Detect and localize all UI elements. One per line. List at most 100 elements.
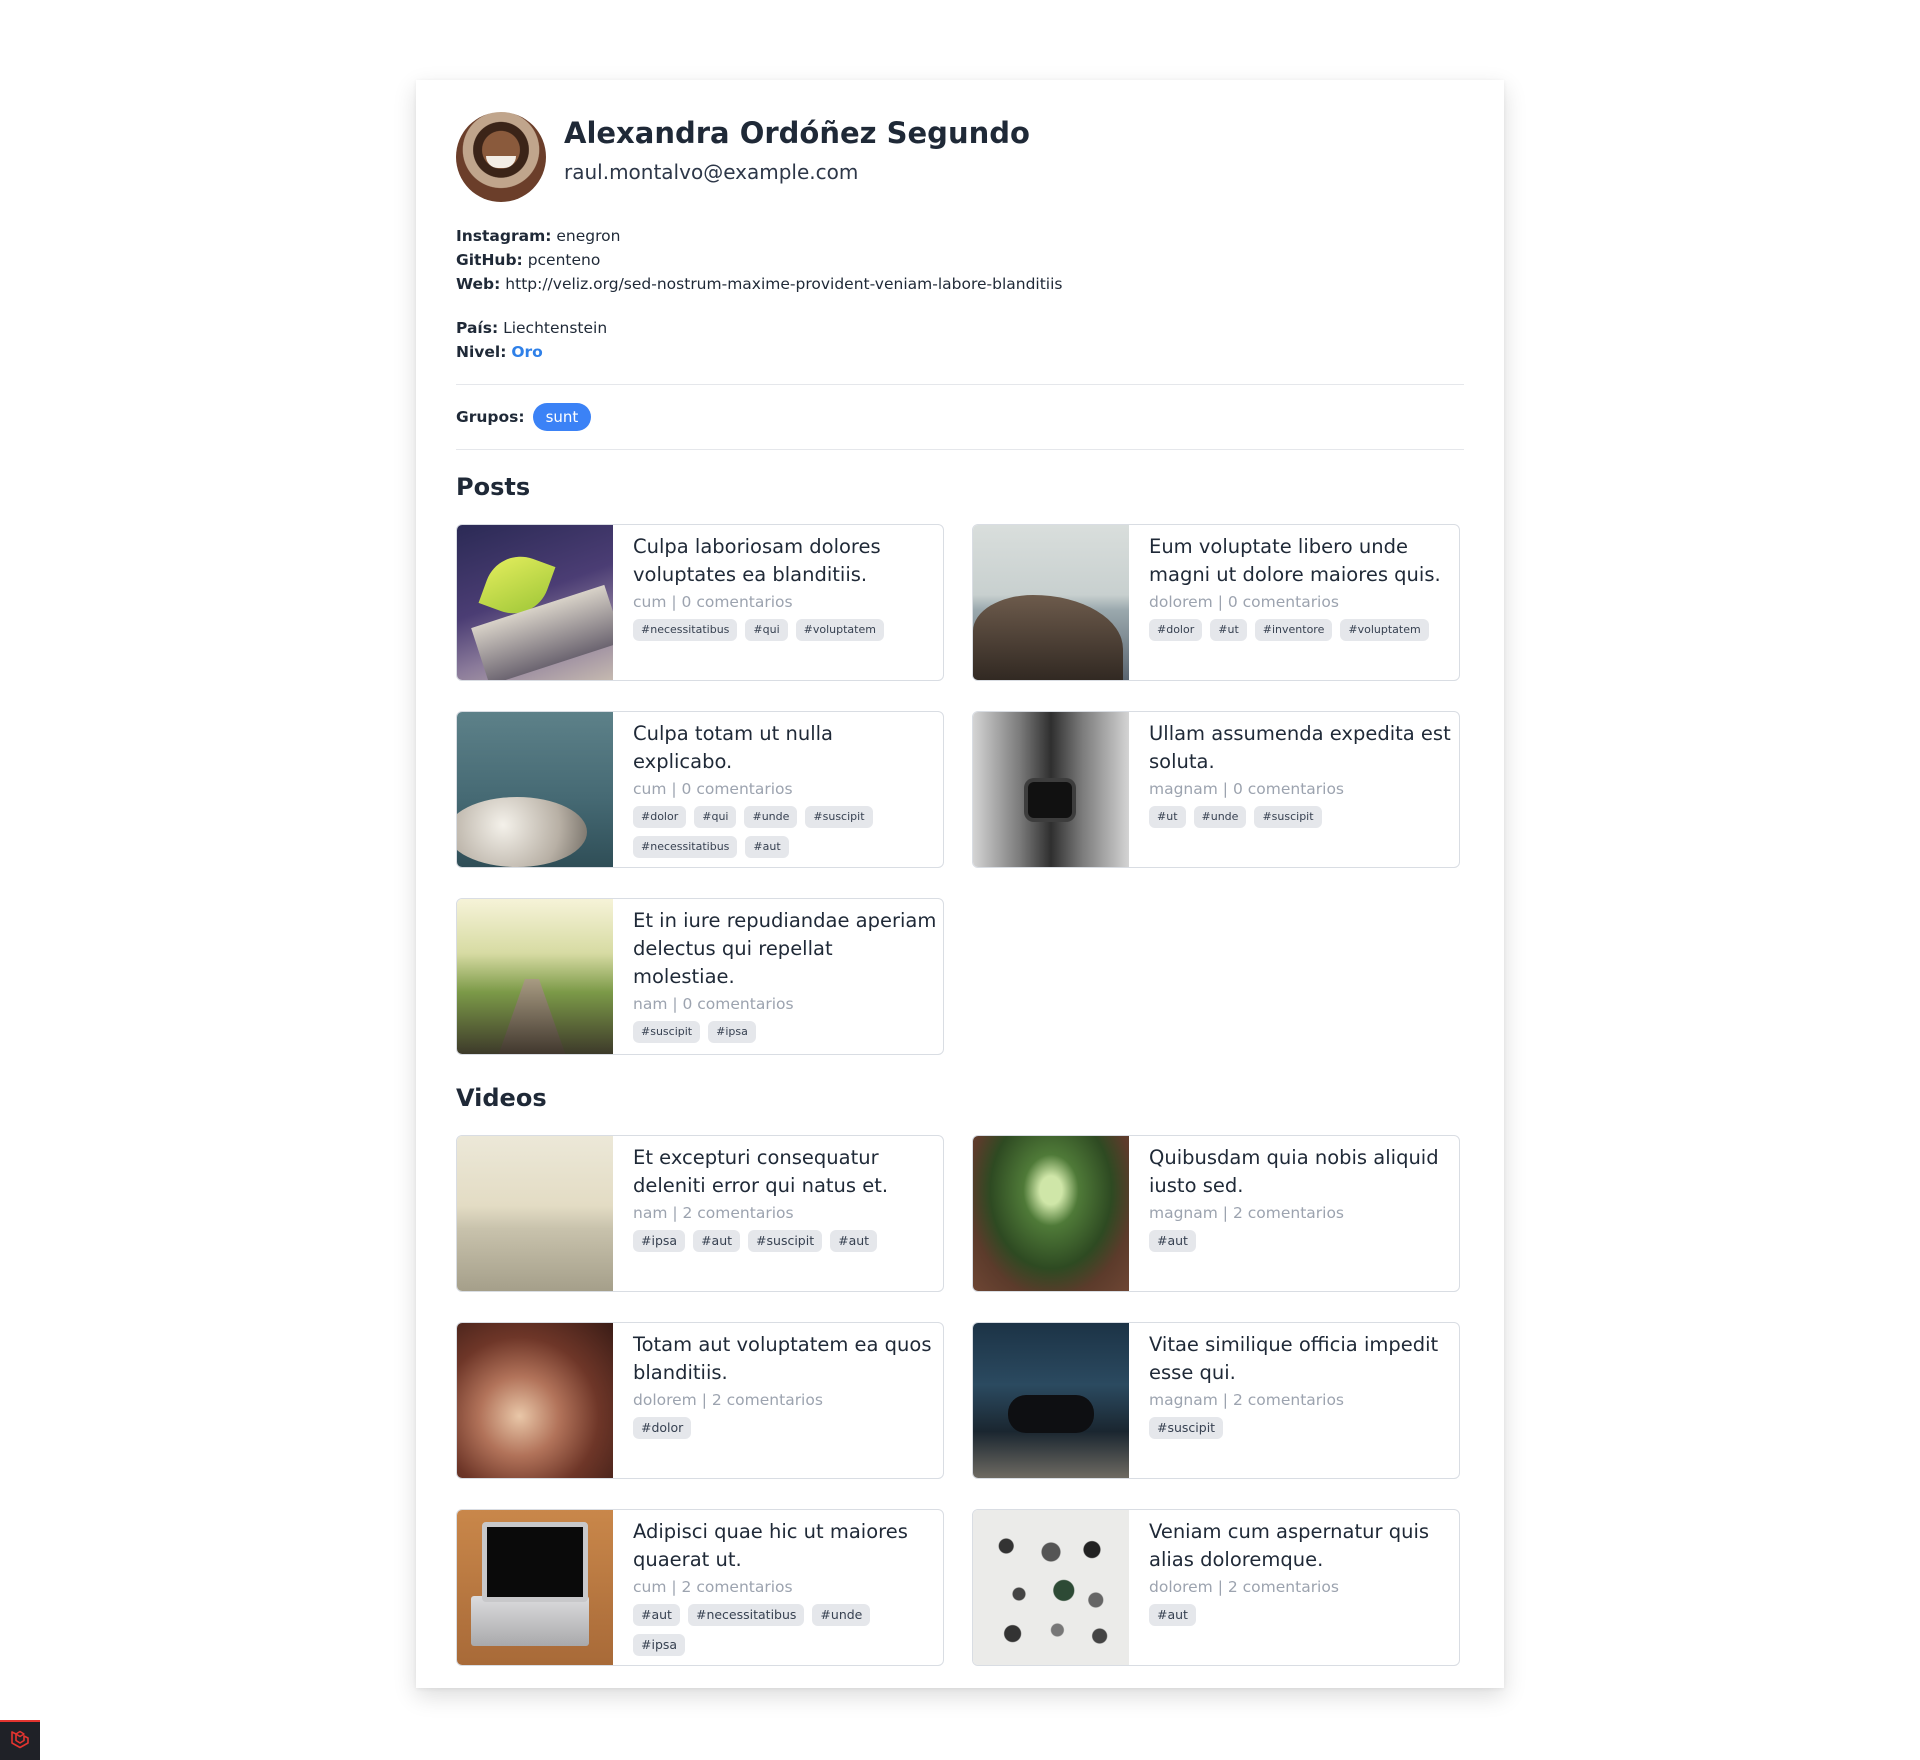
post-meta: cum | 0 comentarios bbox=[633, 593, 793, 611]
tag[interactable]: #suscipit bbox=[1254, 806, 1322, 828]
video-meta: nam | 2 comentarios bbox=[633, 1204, 794, 1222]
post-meta: magnam | 0 comentarios bbox=[1149, 780, 1345, 798]
video-thumbnail[interactable] bbox=[973, 1323, 1129, 1478]
post-title[interactable]: Culpa totam ut nulla explicabo. bbox=[633, 720, 937, 776]
video-thumbnail[interactable] bbox=[457, 1136, 613, 1291]
tag[interactable]: #dolor bbox=[633, 1417, 692, 1439]
video-card[interactable]: Et excepturi consequatur deleniti error … bbox=[456, 1135, 944, 1292]
video-meta: dolorem | 2 comentarios bbox=[633, 1391, 823, 1409]
video-meta: magnam | 2 comentarios bbox=[1149, 1204, 1345, 1222]
web-row: Web: http://veliz.org/sed-nostrum-maxime… bbox=[456, 275, 1063, 293]
post-card[interactable]: Et in iure repudiandae aperiam delectus … bbox=[456, 898, 944, 1055]
video-title[interactable]: Adipisci quae hic ut maiores quaerat ut. bbox=[633, 1518, 937, 1574]
tag[interactable]: #dolor bbox=[633, 806, 687, 828]
video-card[interactable]: Totam aut voluptatem ea quos blanditiis.… bbox=[456, 1322, 944, 1479]
video-meta: cum | 2 comentarios bbox=[633, 1578, 793, 1596]
video-card[interactable]: Quibusdam quia nobis aliquid iusto sed. … bbox=[972, 1135, 1460, 1292]
post-card[interactable]: Ullam assumenda expedita est soluta. mag… bbox=[972, 711, 1460, 868]
tag[interactable]: #necessitatibus bbox=[633, 836, 738, 858]
tag[interactable]: #aut bbox=[693, 1230, 741, 1252]
video-title[interactable]: Totam aut voluptatem ea quos blanditiis. bbox=[633, 1331, 937, 1387]
video-title[interactable]: Quibusdam quia nobis aliquid iusto sed. bbox=[1149, 1144, 1453, 1200]
tag[interactable]: #qui bbox=[745, 619, 788, 641]
tag[interactable]: #ut bbox=[1210, 619, 1247, 641]
post-thumbnail[interactable] bbox=[457, 525, 613, 680]
tag[interactable]: #necessitatibus bbox=[633, 619, 738, 641]
post-thumbnail[interactable] bbox=[457, 899, 613, 1054]
posts-title: Posts bbox=[456, 473, 531, 501]
videos-title: Videos bbox=[456, 1084, 547, 1112]
tag[interactable]: #qui bbox=[694, 806, 737, 828]
tag-list: #aut bbox=[1149, 1604, 1453, 1634]
tag[interactable]: #aut bbox=[1149, 1230, 1196, 1252]
post-card[interactable]: Eum voluptate libero unde magni ut dolor… bbox=[972, 524, 1460, 681]
tag[interactable]: #suscipit bbox=[633, 1021, 701, 1043]
debugbar-toggle[interactable] bbox=[0, 1720, 40, 1760]
tag[interactable]: #suscipit bbox=[805, 806, 873, 828]
tag-list: #suscipit bbox=[1149, 1417, 1453, 1447]
video-card[interactable]: Veniam cum aspernatur quis alias dolorem… bbox=[972, 1509, 1460, 1666]
post-title[interactable]: Et in iure repudiandae aperiam delectus … bbox=[633, 907, 937, 991]
tag[interactable]: #ipsa bbox=[633, 1230, 686, 1252]
web-value: http://veliz.org/sed-nostrum-maxime-prov… bbox=[505, 275, 1063, 293]
tag[interactable]: #suscipit bbox=[748, 1230, 823, 1252]
post-card[interactable]: Culpa totam ut nulla explicabo. cum | 0 … bbox=[456, 711, 944, 868]
tag[interactable]: #voluptatem bbox=[1340, 619, 1429, 641]
country-value: Liechtenstein bbox=[503, 319, 608, 337]
tag[interactable]: #aut bbox=[830, 1230, 878, 1252]
tag[interactable]: #inventore bbox=[1254, 619, 1333, 641]
post-title[interactable]: Eum voluptate libero unde magni ut dolor… bbox=[1149, 533, 1453, 589]
level-row: Nivel: Oro bbox=[456, 343, 543, 361]
post-title[interactable]: Ullam assumenda expedita est soluta. bbox=[1149, 720, 1453, 776]
avatar bbox=[456, 112, 546, 202]
post-meta: dolorem | 0 comentarios bbox=[1149, 593, 1339, 611]
video-title[interactable]: Veniam cum aspernatur quis alias dolorem… bbox=[1149, 1518, 1453, 1574]
tag[interactable]: #dolor bbox=[1149, 619, 1203, 641]
tag[interactable]: #aut bbox=[1149, 1604, 1196, 1626]
video-title[interactable]: Et excepturi consequatur deleniti error … bbox=[633, 1144, 937, 1200]
level-value: Oro bbox=[511, 343, 543, 361]
instagram-value: enegron bbox=[556, 227, 621, 245]
profile-name: Alexandra Ordóñez Segundo bbox=[564, 116, 1030, 150]
group-pill[interactable]: sunt bbox=[532, 403, 592, 431]
tag-list: #ut #unde #suscipit bbox=[1149, 806, 1453, 836]
tag-list: #dolor #ut #inventore #voluptatem bbox=[1149, 619, 1453, 649]
post-thumbnail[interactable] bbox=[457, 712, 613, 867]
tag[interactable]: #unde bbox=[812, 1604, 871, 1626]
tag[interactable]: #aut bbox=[633, 1604, 680, 1626]
tag[interactable]: #aut bbox=[745, 836, 789, 858]
tag[interactable]: #unde bbox=[1193, 806, 1247, 828]
video-thumbnail[interactable] bbox=[973, 1136, 1129, 1291]
social-info: Instagram: enegron GitHub: pcenteno Web:… bbox=[456, 224, 1464, 296]
videos-grid: Et excepturi consequatur deleniti error … bbox=[456, 1135, 1464, 1666]
tag[interactable]: #unde bbox=[744, 806, 798, 828]
tag[interactable]: #voluptatem bbox=[795, 619, 884, 641]
post-card[interactable]: Culpa laboriosam dolores voluptates ea b… bbox=[456, 524, 944, 681]
video-card[interactable]: Vitae similique officia impedit esse qui… bbox=[972, 1322, 1460, 1479]
video-meta: dolorem | 2 comentarios bbox=[1149, 1578, 1339, 1596]
post-title[interactable]: Culpa laboriosam dolores voluptates ea b… bbox=[633, 533, 937, 589]
tag[interactable]: #necessitatibus bbox=[687, 1604, 805, 1626]
video-title[interactable]: Vitae similique officia impedit esse qui… bbox=[1149, 1331, 1453, 1387]
tag[interactable]: #ut bbox=[1149, 806, 1186, 828]
groups-label: Grupos: bbox=[456, 408, 525, 426]
video-card[interactable]: Adipisci quae hic ut maiores quaerat ut.… bbox=[456, 1509, 944, 1666]
video-meta: magnam | 2 comentarios bbox=[1149, 1391, 1345, 1409]
post-thumbnail[interactable] bbox=[973, 525, 1129, 680]
post-thumbnail[interactable] bbox=[973, 712, 1129, 867]
tag[interactable]: #ipsa bbox=[633, 1634, 686, 1656]
groups-row: Grupos: sunt bbox=[456, 385, 1464, 449]
laravel-logo-icon bbox=[9, 1728, 31, 1754]
video-thumbnail[interactable] bbox=[457, 1510, 613, 1665]
profile-header: Alexandra Ordóñez Segundo raul.montalvo@… bbox=[456, 112, 1464, 202]
tag[interactable]: #ipsa bbox=[708, 1021, 756, 1043]
github-value: pcenteno bbox=[527, 251, 601, 269]
tag-list: #dolor bbox=[633, 1417, 937, 1447]
tag[interactable]: #suscipit bbox=[1149, 1417, 1224, 1439]
tag-list: #suscipit #ipsa bbox=[633, 1021, 937, 1051]
video-thumbnail[interactable] bbox=[973, 1510, 1129, 1665]
video-thumbnail[interactable] bbox=[457, 1323, 613, 1478]
post-meta: cum | 0 comentarios bbox=[633, 780, 793, 798]
tag-list: #dolor #qui #unde #suscipit #necessitati… bbox=[633, 806, 937, 866]
location-info: País: Liechtenstein Nivel: Oro bbox=[456, 316, 1464, 364]
